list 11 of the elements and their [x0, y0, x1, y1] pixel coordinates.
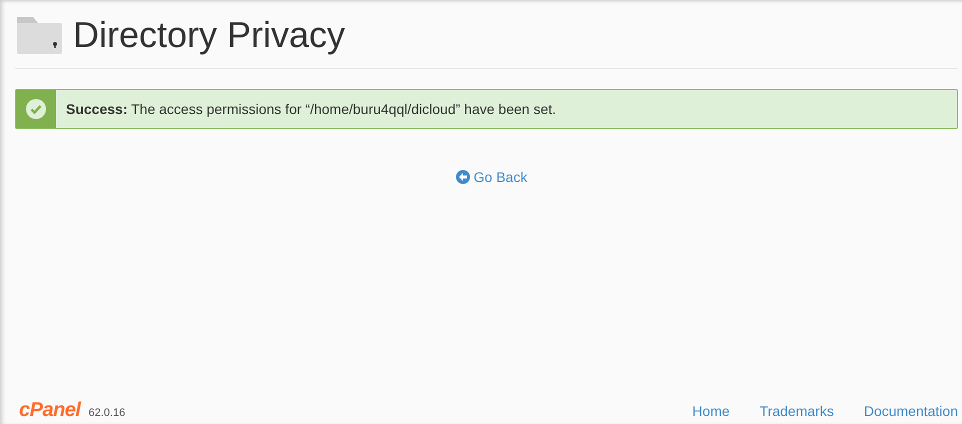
- go-back-link[interactable]: Go Back: [456, 169, 528, 185]
- check-circle-icon: [26, 99, 46, 119]
- page-title: Directory Privacy: [73, 14, 346, 56]
- footer-link[interactable]: Trademarks: [760, 403, 834, 419]
- footer-link[interactable]: Home: [692, 403, 730, 419]
- back-arrow-icon: [456, 170, 470, 184]
- alert-message: Success: The access permissions for “/home/buru4qql/dicloud” have been set.: [65, 101, 556, 117]
- footer-link[interactable]: Documentation: [864, 403, 958, 419]
- version-text: 62.0.16: [88, 407, 126, 419]
- cpanel-logo: cPanel: [19, 399, 80, 422]
- folder-lock-icon: [15, 15, 63, 55]
